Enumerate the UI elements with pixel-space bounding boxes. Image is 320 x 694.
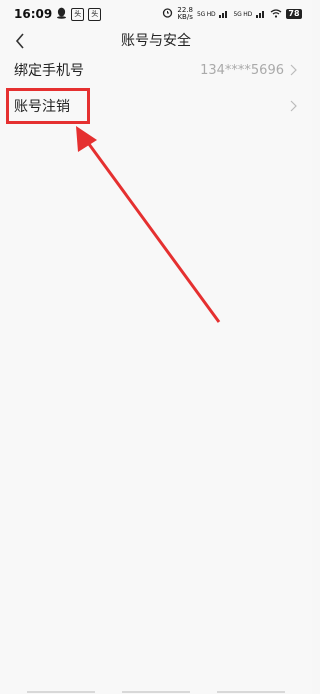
battery-icon: 78 <box>286 9 302 19</box>
account-deletion-label: 账号注销 <box>14 99 70 115</box>
app-icon: 头 <box>71 7 85 21</box>
arrow-head <box>76 126 97 152</box>
bind-phone-right: 134****5696 <box>200 63 298 78</box>
account-security-screen: 16:09 头 头 22.8 KB/s 5G HD 5G HD 78 账号与安全… <box>0 0 312 694</box>
status-bar: 16:09 头 头 22.8 KB/s 5G HD 5G HD 78 <box>0 0 312 28</box>
bind-phone-label: 绑定手机号 <box>14 63 84 79</box>
net-speed: 22.8 KB/s <box>177 7 193 21</box>
app-icon: 头 <box>88 7 102 21</box>
nav-bar: 账号与安全 <box>0 28 312 52</box>
chevron-right-icon <box>290 100 297 112</box>
status-time: 16:09 <box>14 7 53 21</box>
status-bar-left: 16:09 头 头 <box>14 7 102 22</box>
alarm-icon <box>162 7 173 21</box>
bottom-divider <box>122 691 190 693</box>
signal-icon <box>219 8 229 21</box>
account-deletion-row[interactable]: 账号注销 <box>0 88 312 124</box>
bind-phone-row[interactable]: 绑定手机号 134****5696 <box>0 52 312 88</box>
wifi-icon <box>270 8 282 21</box>
status-bar-right: 22.8 KB/s 5G HD 5G HD 78 <box>162 7 302 21</box>
chevron-right-icon <box>290 64 297 76</box>
network-indicator-1: 5G HD <box>196 10 216 18</box>
net-speed-unit: KB/s <box>177 13 193 21</box>
network-indicator-2: 5G HD <box>233 10 252 18</box>
page-title: 账号与安全 <box>121 33 191 49</box>
signal-icon <box>256 8 266 21</box>
phone-number-value: 134****5696 <box>200 62 284 78</box>
bottom-divider <box>27 691 95 693</box>
bottom-divider <box>217 691 285 693</box>
account-deletion-right <box>288 100 298 112</box>
qq-icon <box>56 7 67 22</box>
arrow-shaft <box>84 139 221 323</box>
